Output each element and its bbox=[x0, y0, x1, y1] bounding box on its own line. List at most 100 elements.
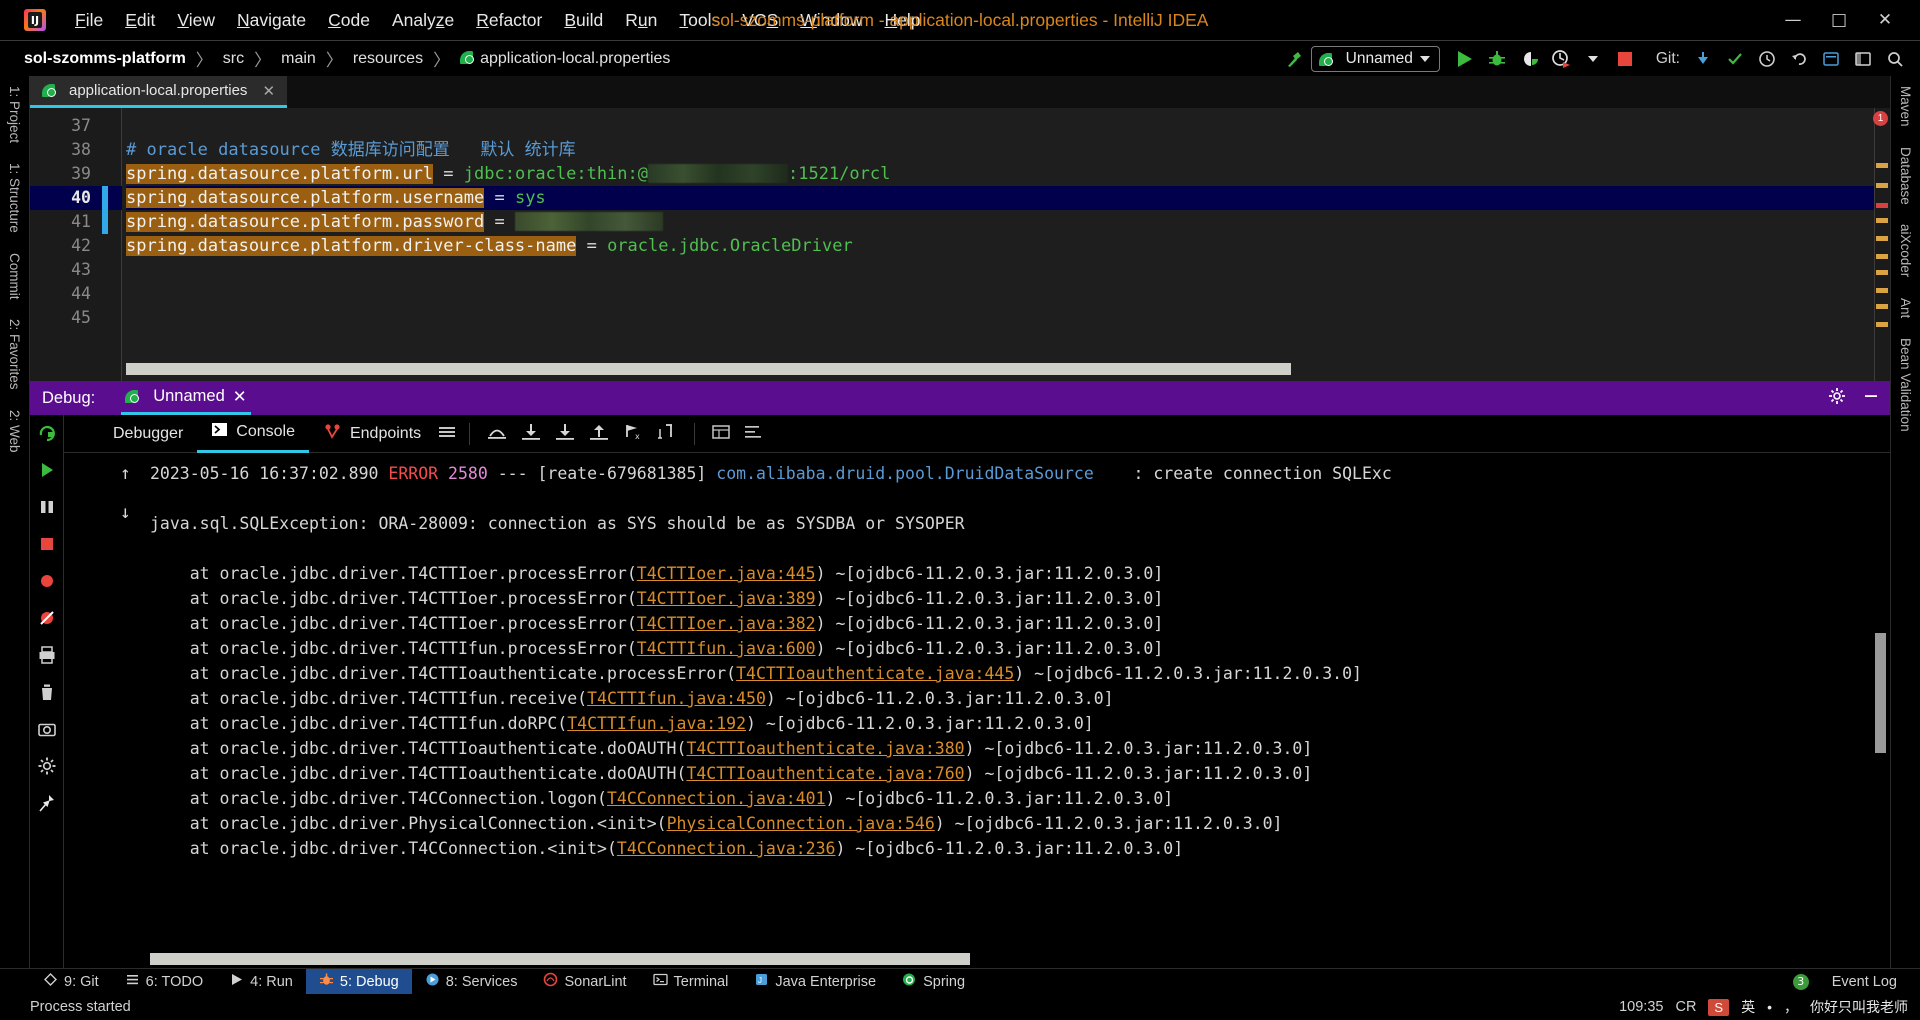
stacktrace-link[interactable]: T4CTTIoauthenticate.java:445 bbox=[736, 664, 1014, 683]
caret-position[interactable]: 109:35 bbox=[1619, 999, 1663, 1015]
rerun-icon[interactable] bbox=[37, 423, 57, 447]
menu-analyze[interactable]: Analyze bbox=[381, 8, 465, 33]
build-hammer-icon[interactable] bbox=[1279, 44, 1309, 74]
tool-commit[interactable]: Commit bbox=[7, 243, 22, 310]
run-to-cursor-icon[interactable]: x bbox=[616, 423, 650, 445]
debug-settings-icon[interactable] bbox=[37, 756, 57, 780]
menu-refactor[interactable]: Refactor bbox=[465, 8, 553, 33]
line-separator[interactable]: CR bbox=[1675, 999, 1696, 1015]
tool-ant[interactable]: Ant bbox=[1898, 288, 1913, 328]
statusbar-java-enterprise[interactable]: J Java Enterprise bbox=[741, 969, 889, 995]
stacktrace-link[interactable]: T4CTTIoer.java:382 bbox=[637, 614, 816, 633]
console-output[interactable]: ↑ ↓ 2023-05-16 16:37:02.890 ERROR 2580 -… bbox=[64, 453, 1890, 970]
debug-button[interactable] bbox=[1482, 44, 1512, 74]
delete-icon[interactable] bbox=[37, 682, 57, 706]
statusbar-terminal[interactable]: Terminal bbox=[640, 969, 742, 995]
stop-button[interactable] bbox=[1610, 44, 1640, 74]
menu-build[interactable]: Build bbox=[553, 8, 614, 33]
commit-icon[interactable] bbox=[1720, 44, 1750, 74]
mute-breakpoints-icon[interactable] bbox=[37, 608, 57, 632]
stacktrace-link[interactable]: T4CConnection.java:401 bbox=[607, 789, 826, 808]
stop-icon[interactable] bbox=[37, 534, 57, 558]
stacktrace-link[interactable]: T4CTTIfun.java:450 bbox=[587, 689, 766, 708]
statusbar-6-todo[interactable]: 6: TODO bbox=[112, 969, 216, 995]
close-button[interactable]: ✕ bbox=[1862, 0, 1908, 40]
print-icon[interactable] bbox=[37, 645, 57, 669]
step-out-icon[interactable] bbox=[582, 423, 616, 445]
prev-occurrence-icon[interactable]: ↑ bbox=[120, 463, 131, 484]
event-log-label[interactable]: Event Log bbox=[1819, 969, 1910, 995]
statusbar-spring[interactable]: Spring bbox=[889, 969, 978, 995]
menu-run[interactable]: Run bbox=[614, 8, 668, 33]
tool-maven[interactable]: Maven bbox=[1898, 76, 1913, 137]
force-step-into-icon[interactable] bbox=[548, 423, 582, 445]
resume-icon[interactable] bbox=[37, 460, 57, 484]
statusbar-8-services[interactable]: 8: Services bbox=[412, 969, 531, 995]
debug-tab-endpoints[interactable]: Endpoints bbox=[309, 415, 435, 453]
stacktrace-link[interactable]: T4CTTIfun.java:192 bbox=[567, 714, 746, 733]
run-button[interactable] bbox=[1450, 44, 1480, 74]
stacktrace-link[interactable]: T4CTTIoer.java:389 bbox=[637, 589, 816, 608]
error-count-badge[interactable]: 1 bbox=[1873, 111, 1888, 126]
tool-database[interactable]: Database bbox=[1898, 137, 1913, 215]
debug-session-tab[interactable]: Unnamed ✕ bbox=[121, 381, 251, 415]
editor-horizontal-scrollbar[interactable] bbox=[126, 363, 1291, 375]
tool-bean-validation[interactable]: Bean Validation bbox=[1898, 328, 1913, 442]
maximize-button[interactable]: □ bbox=[1816, 0, 1862, 40]
breadcrumb-item-1[interactable]: src bbox=[223, 50, 244, 68]
code-view[interactable]: 37 38 39 40 41 42 43 44 45 # oracle datasource 数… bbox=[30, 108, 1890, 381]
statusbar-5-debug[interactable]: 5: Debug bbox=[305, 968, 412, 995]
statusbar-9-git[interactable]: 9: Git bbox=[30, 969, 112, 995]
frames-icon[interactable] bbox=[705, 424, 737, 444]
update-project-icon[interactable] bbox=[1688, 44, 1718, 74]
menu-code[interactable]: Code bbox=[317, 8, 381, 33]
breadcrumb-item-0[interactable]: sol-szomms-platform bbox=[24, 50, 186, 68]
camera-icon[interactable] bbox=[37, 719, 57, 743]
next-occurrence-icon[interactable]: ↓ bbox=[120, 502, 131, 523]
profiler-button[interactable] bbox=[1546, 44, 1576, 74]
tool-favorites[interactable]: 2: Favorites bbox=[7, 309, 22, 400]
pause-icon[interactable] bbox=[37, 497, 57, 521]
search-icon[interactable] bbox=[1880, 44, 1910, 74]
debug-settings-gear-icon[interactable] bbox=[1828, 387, 1846, 409]
debug-hide-panel-icon[interactable] bbox=[1862, 387, 1880, 409]
statusbar-4-run[interactable]: 4: Run bbox=[216, 969, 306, 995]
editor-tab-close-icon[interactable]: ✕ bbox=[262, 82, 275, 100]
layout-icon[interactable] bbox=[1848, 44, 1878, 74]
stacktrace-link[interactable]: T4CTTIoauthenticate.java:760 bbox=[686, 764, 964, 783]
history-icon[interactable] bbox=[1752, 44, 1782, 74]
stacktrace-link[interactable]: T4CTTIoer.java:445 bbox=[637, 564, 816, 583]
menu-view[interactable]: View bbox=[166, 8, 226, 33]
breadcrumb-item-2[interactable]: main bbox=[281, 50, 316, 68]
coverage-button[interactable] bbox=[1514, 44, 1544, 74]
layout-menu-icon[interactable] bbox=[435, 424, 459, 444]
step-into-icon[interactable] bbox=[514, 423, 548, 445]
settings-icon[interactable] bbox=[1816, 44, 1846, 74]
minimize-button[interactable]: — bbox=[1770, 0, 1816, 40]
run-configuration-selector[interactable]: Unnamed bbox=[1310, 46, 1440, 72]
console-vertical-scrollbar[interactable] bbox=[1875, 633, 1886, 753]
tool-web[interactable]: 2: Web bbox=[7, 400, 22, 463]
rollback-icon[interactable] bbox=[1784, 44, 1814, 74]
stacktrace-link[interactable]: PhysicalConnection.java:546 bbox=[667, 814, 935, 833]
menu-file[interactable]: File bbox=[64, 8, 114, 33]
debug-tab-console[interactable]: Console bbox=[197, 415, 309, 453]
breadcrumb-item-4[interactable]: application-local.properties bbox=[460, 50, 670, 68]
breadcrumb-item-3[interactable]: resources bbox=[353, 50, 423, 68]
tool-aixcoder[interactable]: aiXcoder bbox=[1898, 214, 1913, 287]
soft-wrap-icon[interactable] bbox=[737, 424, 769, 444]
stacktrace-link[interactable]: T4CTTIfun.java:600 bbox=[637, 639, 816, 658]
step-over-icon[interactable] bbox=[480, 423, 514, 445]
stacktrace-link[interactable]: T4CTTIoauthenticate.java:380 bbox=[686, 739, 964, 758]
tool-structure[interactable]: 1: Structure bbox=[7, 153, 22, 243]
view-breakpoints-icon[interactable] bbox=[37, 571, 57, 595]
tool-project[interactable]: 1: Project bbox=[7, 76, 22, 153]
statusbar-sonarlint[interactable]: SonarLint bbox=[530, 969, 639, 995]
console-horizontal-scrollbar[interactable] bbox=[150, 953, 970, 965]
evaluate-icon[interactable] bbox=[650, 423, 684, 445]
pin-icon[interactable] bbox=[37, 793, 57, 817]
debug-tab-debugger[interactable]: Debugger bbox=[74, 415, 197, 453]
debug-session-close-icon[interactable]: ✕ bbox=[233, 387, 247, 407]
menu-edit[interactable]: Edit bbox=[114, 8, 166, 33]
profiler-dropdown[interactable] bbox=[1578, 44, 1608, 74]
